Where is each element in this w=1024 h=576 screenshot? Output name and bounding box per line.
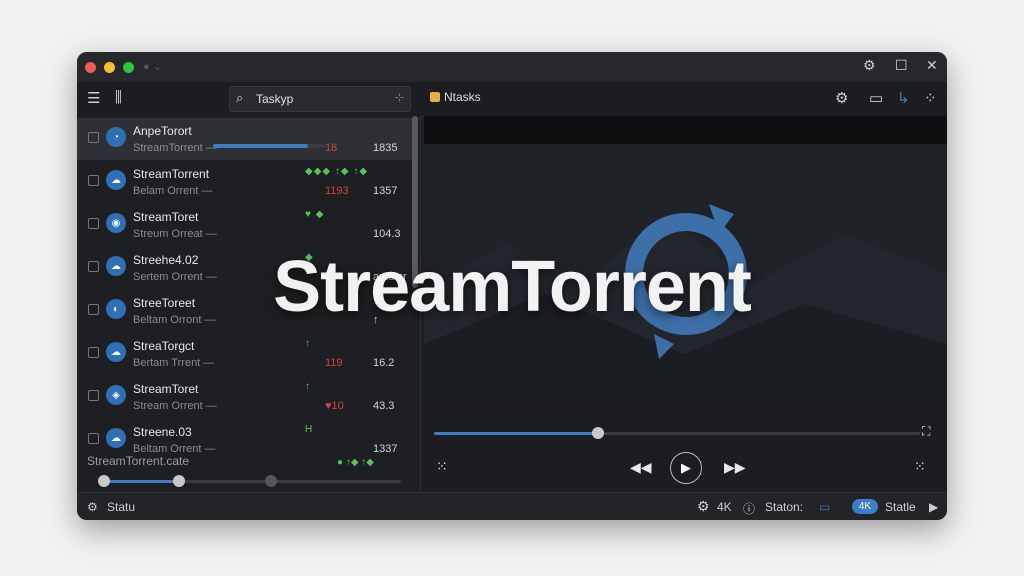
torrent-badges: ↑ — [305, 338, 311, 349]
torrent-peers: 1193 — [325, 185, 349, 197]
list-slider-fill — [101, 480, 176, 483]
settings-gear-icon[interactable]: ⚙ — [835, 89, 848, 107]
row-checkbox[interactable] — [88, 175, 99, 186]
close-dot[interactable] — [85, 62, 96, 73]
torrent-icon: ◔ — [106, 127, 126, 147]
pin-icon[interactable]: ⊹ — [395, 91, 404, 104]
torrent-name: StreaTorgct — [133, 339, 195, 353]
row-checkbox[interactable] — [88, 433, 99, 444]
torrent-row[interactable]: ☁ StreaTorgct Bertam Trrent — ↑ 119 16.2 — [77, 333, 412, 375]
search-icon: ⌕ — [236, 90, 244, 105]
list-slider-end[interactable] — [265, 475, 277, 487]
fullscreen-icon[interactable]: ⛶ — [922, 424, 930, 439]
status-settings-icon[interactable]: ⚙ — [697, 498, 710, 515]
rewind-icon[interactable]: ◀◀ — [630, 459, 652, 476]
left-footer-label: StreamTorrent.cate — [87, 454, 190, 468]
status-left: Statu — [107, 500, 136, 514]
torrent-name: AnpeTorort — [133, 124, 192, 138]
torrent-name: Streene.03 — [133, 425, 192, 439]
search-box[interactable]: ⌕ ⊹ — [229, 86, 411, 112]
torrent-row[interactable]: ☁ StreamTorrent Belam Orrent — ◆◆◆ ↑◆ ↑◆ 119… — [77, 161, 412, 203]
torrent-icon: ☁ — [106, 428, 126, 448]
list-slider[interactable] — [98, 475, 401, 487]
footer-status-badges: ● ↑◆ ↑◆ — [337, 457, 374, 468]
row-checkbox[interactable] — [88, 218, 99, 229]
status-gear-icon[interactable]: ⚙ — [87, 500, 98, 514]
torrent-value: 16.2 — [373, 357, 395, 369]
torrent-subtitle: Streum Orreat — — [133, 228, 217, 240]
torrent-icon: ☁ — [106, 342, 126, 362]
torrent-row[interactable]: ◔ AnpeTorort StreamTorrent — 18 1835 — [77, 118, 412, 160]
task-icon — [430, 92, 440, 102]
torrent-badges: H — [305, 424, 314, 435]
status-info-icon[interactable]: ⓘ — [743, 500, 755, 517]
torrent-progress-fill — [213, 144, 309, 148]
overlay-title: StreamTorrent — [273, 247, 752, 327]
torrent-peers: 18 — [325, 142, 338, 154]
maximize-icon[interactable]: ☐ — [895, 57, 908, 74]
list-slider-knob[interactable] — [173, 475, 185, 487]
torrent-name: StreamTorrent — [133, 167, 210, 181]
torrent-subtitle: Bertam Trrent — — [133, 357, 215, 369]
torrent-subtitle: Stream Orrent — — [133, 400, 217, 412]
torrent-icon: ☁ — [106, 170, 126, 190]
subtitle-icon[interactable]: ▭ — [869, 89, 883, 107]
columns-icon[interactable]: ⫼ — [115, 89, 122, 106]
status-bar: ⚙ Statu ⚙ 4K ⓘ Staton: ▭ 4K Statle ▶ — [77, 492, 947, 520]
search-input[interactable] — [254, 89, 398, 109]
seek-bar[interactable] — [434, 427, 920, 439]
row-checkbox[interactable] — [88, 390, 99, 401]
torrent-badges: ↑ — [305, 381, 311, 392]
grid-icon[interactable]: ⁘ — [924, 89, 937, 107]
torrent-peers: ♥10 — [325, 400, 344, 412]
status-right: Statle — [885, 500, 916, 514]
list-icon[interactable]: ☰ — [87, 89, 100, 107]
toolbar: ☰ ⫼ ⌕ ⊹ Ntasks ⚙ ▭ ↳ ⁘ — [77, 82, 947, 117]
player-controls: ⛶ ⁙ ◀◀ ▶ ▶▶ ⁙ — [424, 410, 947, 490]
fast-forward-icon[interactable]: ▶▶ — [724, 459, 746, 476]
row-checkbox[interactable] — [88, 132, 99, 143]
torrent-name: StreamToret — [133, 382, 199, 396]
play-button[interactable]: ▶ — [670, 452, 702, 484]
torrent-icon: ◉ — [106, 213, 126, 233]
title-bar: ● ⌄ ⚙ ☐ ✕ — [77, 52, 947, 82]
torrent-peers: 119 — [325, 357, 343, 369]
zoom-dot[interactable] — [123, 62, 134, 73]
folder-icon[interactable]: ▭ — [819, 500, 830, 514]
torrent-value: 43.3 — [373, 400, 395, 412]
seek-knob[interactable] — [592, 427, 604, 439]
torrent-value: 1337 — [373, 443, 398, 455]
4k-badge[interactable]: 4K — [852, 499, 878, 514]
seek-fill — [434, 432, 595, 435]
torrent-icon: ◈ — [106, 385, 126, 405]
row-checkbox[interactable] — [88, 347, 99, 358]
torrent-badges: ◆◆◆ ↑◆ ↑◆ — [305, 166, 369, 177]
torrent-row[interactable]: ◉ StreamToret Streum Orreat — ♥ ◆ 104.3 — [77, 204, 412, 246]
torrent-subtitle: Belam Orrent — — [133, 185, 213, 197]
panel-title: Ntasks — [430, 90, 481, 104]
cast-icon[interactable]: ↳ — [897, 89, 910, 107]
chevron-right-icon[interactable]: ▶ — [929, 500, 938, 514]
torrent-value: 104.3 — [373, 228, 401, 240]
minimize-dot[interactable] — [104, 62, 115, 73]
options-icon[interactable]: ⁙ — [914, 458, 926, 475]
settings-icon[interactable]: ⚙ — [863, 57, 876, 74]
status-station: Staton: — [765, 500, 804, 514]
torrent-progress — [213, 144, 325, 148]
torrent-row[interactable]: ◈ StreamToret Stream Orrent — ↑ ♥10 43.3 — [77, 376, 412, 418]
torrent-name: StreamToret — [133, 210, 199, 224]
torrent-value: 1835 — [373, 142, 398, 154]
torrent-subtitle: StreamTorrent — — [133, 142, 217, 154]
status-quality: 4K — [717, 500, 732, 514]
list-slider-start[interactable] — [98, 475, 110, 487]
torrent-value: 1357 — [373, 185, 398, 197]
play-icon: ▶ — [681, 460, 691, 475]
torrent-badges: ♥ ◆ — [305, 209, 325, 220]
close-icon[interactable]: ✕ — [926, 57, 938, 74]
panel-title-label: Ntasks — [444, 90, 481, 104]
chevron-down-icon[interactable]: ● ⌄ — [143, 60, 162, 73]
playlist-icon[interactable]: ⁙ — [436, 458, 448, 475]
